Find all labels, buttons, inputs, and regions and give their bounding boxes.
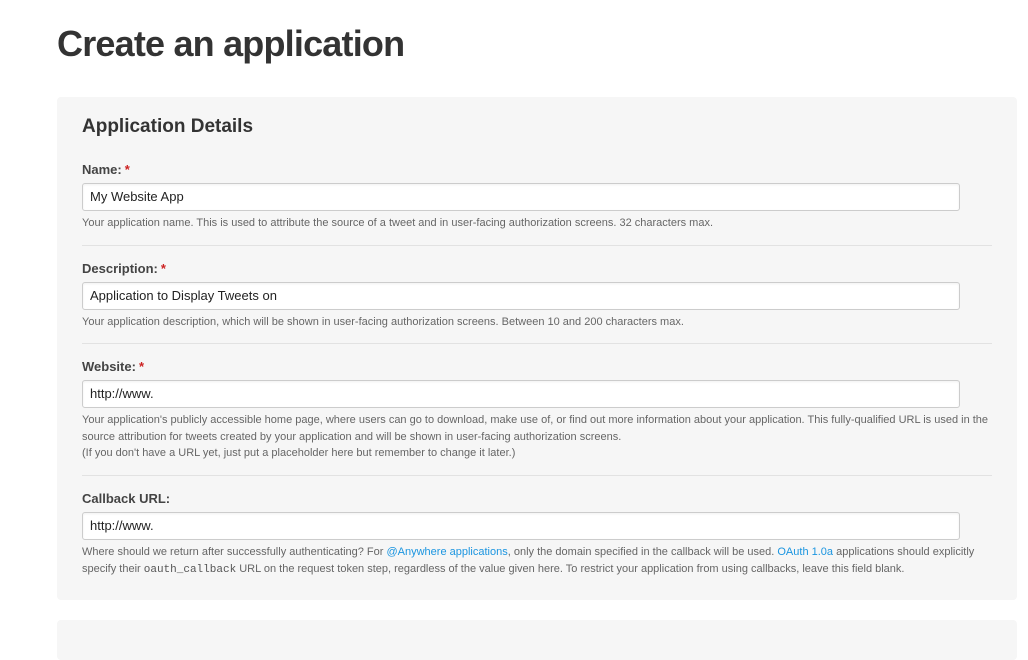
- callback-help-text: Where should we return after successfull…: [82, 546, 975, 576]
- required-marker: *: [124, 162, 130, 177]
- description-field-group: Description: * Application to Display Twe…: [82, 261, 992, 331]
- oauth-callback-code: oauth_callback: [143, 563, 237, 576]
- callback-field-group: Callback URL: http://www. Where should w…: [82, 491, 992, 578]
- name-input[interactable]: My Website App: [82, 183, 960, 211]
- application-details-panel: Application Details Name: * My Website Ap…: [57, 97, 1017, 600]
- name-field-group: Name: * My Website App Your application n…: [82, 162, 992, 232]
- description-input[interactable]: Application to Display Tweets on: [82, 282, 960, 310]
- description-label: Description: *: [82, 261, 166, 276]
- page-title: Create an application: [57, 23, 405, 64]
- website-help-line-1: Your application's publicly accessible h…: [82, 414, 989, 443]
- divider: [82, 343, 992, 344]
- callback-url-input[interactable]: http://www.: [82, 512, 960, 540]
- name-label: Name: *: [82, 162, 130, 177]
- section-title: Application Details: [82, 116, 254, 137]
- description-help-text: Your application description, which will…: [82, 316, 684, 328]
- divider: [82, 475, 992, 476]
- next-panel: [57, 620, 1017, 660]
- website-field-group: Website: * http://www. Your application's…: [82, 359, 992, 462]
- website-help-line-2: (If you don't have a URL yet, just put a…: [82, 447, 516, 459]
- website-help-text: Your application's publicly accessible h…: [82, 412, 992, 462]
- website-label: Website: *: [82, 359, 144, 374]
- callback-label: Callback URL:: [82, 491, 171, 506]
- anywhere-applications-link[interactable]: @Anywhere applications: [386, 546, 507, 558]
- name-help-text: Your application name. This is used to a…: [82, 217, 714, 229]
- divider: [82, 245, 992, 246]
- website-input[interactable]: http://www.: [82, 380, 960, 408]
- required-marker: *: [160, 261, 166, 276]
- required-marker: *: [138, 359, 144, 374]
- oauth-link[interactable]: OAuth 1.0a: [777, 546, 833, 558]
